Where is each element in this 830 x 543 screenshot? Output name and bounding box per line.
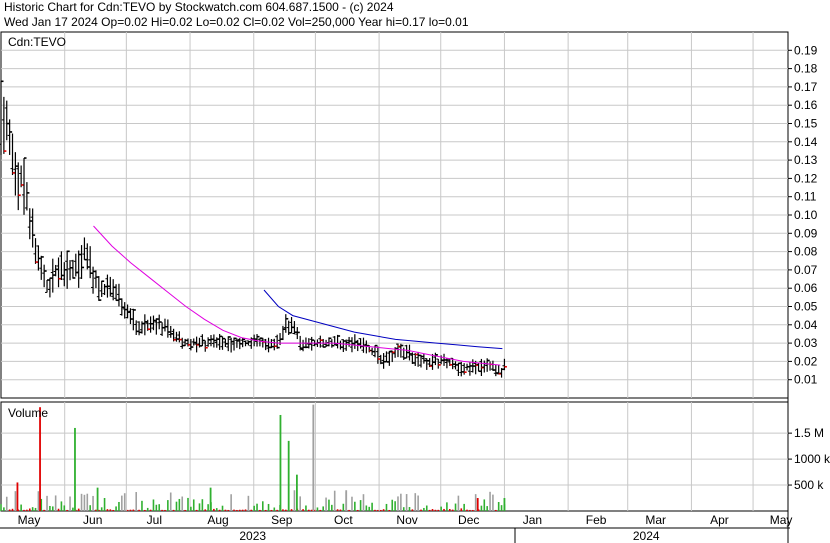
x-tick-label: Jan xyxy=(523,513,542,527)
price-tick-label: 0.05 xyxy=(794,300,818,314)
price-tick-label: 0.11 xyxy=(794,190,817,204)
x-tick-label: Aug xyxy=(207,513,228,527)
year-label: 2024 xyxy=(633,529,660,543)
price-tick-label: 0.19 xyxy=(794,43,818,57)
x-tick-label: Mar xyxy=(645,513,666,527)
x-tick-label: May xyxy=(770,513,793,527)
symbol-label: Cdn:TEVO xyxy=(8,35,66,49)
x-tick-label: Dec xyxy=(458,513,479,527)
price-tick-label: 0.06 xyxy=(794,281,818,295)
price-tick-label: 0.10 xyxy=(794,208,818,222)
x-tick-label: Nov xyxy=(396,513,417,527)
x-tick-label: Apr xyxy=(710,513,729,527)
x-tick-label: Jun xyxy=(83,513,102,527)
price-tick-label: 0.13 xyxy=(794,153,818,167)
volume-label: Volume xyxy=(8,406,48,420)
price-tick-label: 0.12 xyxy=(794,171,818,185)
price-tick-label: 0.15 xyxy=(794,117,818,131)
x-tick-label: Jul xyxy=(147,513,162,527)
year-label: 2023 xyxy=(239,529,266,543)
volume-tick-label: 1.5 M xyxy=(794,426,824,440)
x-tick-label: May xyxy=(18,513,41,527)
stock-chart: May Jun Jul Aug Sep Oct Nov Dec Jan Feb Mar Apr May 2… xyxy=(0,31,830,543)
x-tick-label: Oct xyxy=(334,513,353,527)
price-tick-label: 0.03 xyxy=(794,336,818,350)
price-tick-label: 0.09 xyxy=(794,226,818,240)
volume-tick-label: 1000 k xyxy=(794,452,830,466)
price-tick-label: 0.14 xyxy=(794,135,818,149)
price-tick-label: 0.02 xyxy=(794,354,818,368)
x-tick-label: Feb xyxy=(586,513,607,527)
price-tick-label: 0.17 xyxy=(794,80,818,94)
volume-panel xyxy=(0,401,789,512)
price-tick-label: 0.16 xyxy=(794,98,818,112)
price-tick-label: 0.08 xyxy=(794,245,818,259)
price-tick-label: 0.07 xyxy=(794,263,818,277)
price-tick-label: 0.18 xyxy=(794,62,818,76)
price-tick-label: 0.04 xyxy=(794,318,818,332)
x-tick-label: Sep xyxy=(271,513,293,527)
price-tick-label: 0.01 xyxy=(794,373,818,387)
volume-tick-label: 500 k xyxy=(794,478,824,492)
